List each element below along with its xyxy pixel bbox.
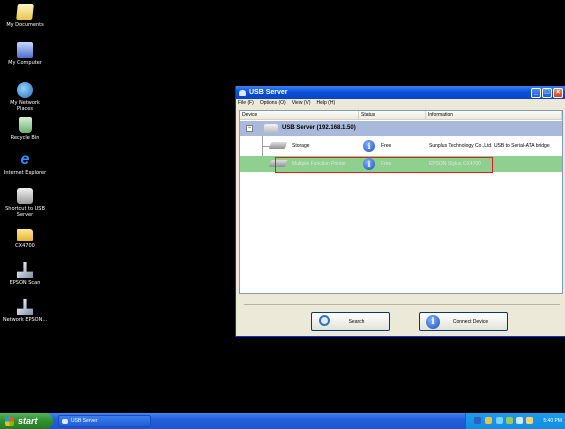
desktop-icon-recycle-bin[interactable]: Recycle Bin (2, 117, 48, 141)
search-button-label: Search (348, 319, 365, 325)
storage-drive-icon (268, 142, 288, 149)
start-label: start (18, 416, 38, 426)
device-name: Storage (292, 143, 310, 149)
taskbar-item-usb-server[interactable]: USB Server (58, 415, 151, 427)
server-label: USB Server (192.168.1.50) (282, 125, 356, 131)
column-header-information[interactable]: Information (426, 111, 562, 119)
recycle-bin-icon (18, 117, 32, 133)
my-documents-icon (16, 4, 34, 20)
usb-tray-icon[interactable] (496, 417, 503, 424)
desktop: My Documents My Computer My Network Plac… (0, 0, 565, 429)
usb-server-app-icon (239, 89, 246, 96)
usb-server-window: USB Server _ □ × File (F) Options (O) Vi… (235, 86, 565, 337)
desktop-icon-label: Network EPSON... (2, 317, 48, 323)
menu-view[interactable]: View (V) (292, 99, 311, 108)
windows-logo-icon (5, 417, 14, 426)
desktop-icon-label: My Network Places (10, 100, 40, 112)
internet-explorer-icon: e (20, 151, 30, 168)
monitor-tray-icon[interactable] (516, 417, 523, 424)
network-tray-icon[interactable] (474, 417, 481, 424)
connect-device-button-label: Connect Device (452, 319, 489, 325)
taskbar: start USB Server 5:40 PM (0, 413, 565, 429)
maximize-button[interactable]: □ (542, 87, 552, 98)
folder-icon (17, 229, 33, 241)
my-computer-icon (17, 42, 33, 58)
volume-tray-icon[interactable] (485, 417, 492, 424)
window-titlebar[interactable]: USB Server _ □ × (236, 86, 565, 99)
desktop-icon-cx4700[interactable]: CX4700 (2, 226, 48, 249)
info-icon: i (363, 140, 375, 152)
system-tray: 5:40 PM (465, 413, 565, 429)
desktop-icon-label: My Computer (8, 60, 42, 66)
network-epson-icon (17, 299, 33, 315)
menu-bar: File (F) Options (O) View (V) Help (H) (236, 99, 565, 108)
desktop-icon-network-places[interactable]: My Network Places (2, 82, 48, 112)
network-places-icon (17, 82, 33, 98)
epson-scan-icon (17, 262, 33, 278)
taskbar-item-label: USB Server (71, 418, 98, 424)
desktop-icon-label: EPSON Scan (9, 280, 41, 286)
desktop-icon-label: Internet Explorer (3, 170, 47, 176)
desktop-icon-label: Shortcut to USB Server (5, 206, 45, 218)
server-icon (264, 124, 278, 133)
usb-server-shortcut-icon (17, 188, 33, 204)
divider (244, 304, 560, 305)
connect-device-button[interactable]: i Connect Device (419, 312, 508, 331)
server-row[interactable]: − USB Server (192.168.1.50) (240, 121, 562, 136)
window-title: USB Server (249, 89, 288, 96)
security-tray-icon[interactable] (506, 417, 513, 424)
desktop-icon-my-documents[interactable]: My Documents (2, 4, 48, 28)
usb-server-app-icon (62, 419, 68, 424)
desktop-icon-network-epson[interactable]: Network EPSON... (2, 299, 48, 323)
desktop-icon-label: Recycle Bin (10, 135, 40, 141)
menu-help[interactable]: Help (H) (317, 99, 336, 108)
desktop-icon-usb-server-shortcut[interactable]: Shortcut to USB Server (2, 188, 48, 218)
column-header-status[interactable]: Status (359, 111, 426, 119)
device-list[interactable]: Device Status Information − USB Server (… (239, 110, 563, 294)
minimize-button[interactable]: _ (531, 87, 541, 98)
device-status: Free (381, 143, 392, 149)
clock[interactable]: 5:40 PM (543, 418, 562, 424)
column-header-device[interactable]: Device (240, 111, 359, 119)
menu-options[interactable]: Options (O) (260, 99, 286, 108)
desktop-icon-label: My Documents (6, 22, 44, 28)
desktop-icon-label: CX4700 (15, 243, 35, 249)
selection-highlight-box (275, 157, 493, 173)
desktop-icon-internet-explorer[interactable]: e Internet Explorer (2, 151, 48, 177)
device-row-storage[interactable]: Storage i Free Sunplus Technology Co.,Lt… (240, 138, 562, 154)
close-button[interactable]: × (553, 87, 563, 98)
device-information: Sunplus Technology Co.,Ltd. USB to Seria… (429, 143, 550, 149)
desktop-icon-epson-scan[interactable]: EPSON Scan (2, 262, 48, 286)
desktop-icon-my-computer[interactable]: My Computer (2, 42, 48, 66)
printer-tray-icon[interactable] (526, 417, 533, 424)
window-controls: _ □ × (531, 87, 565, 98)
device-list-header: Device Status Information (240, 111, 562, 120)
collapse-toggle[interactable]: − (246, 125, 253, 132)
menu-file[interactable]: File (F) (238, 99, 254, 108)
search-button[interactable]: Search (311, 312, 390, 331)
start-button[interactable]: start (0, 413, 53, 429)
